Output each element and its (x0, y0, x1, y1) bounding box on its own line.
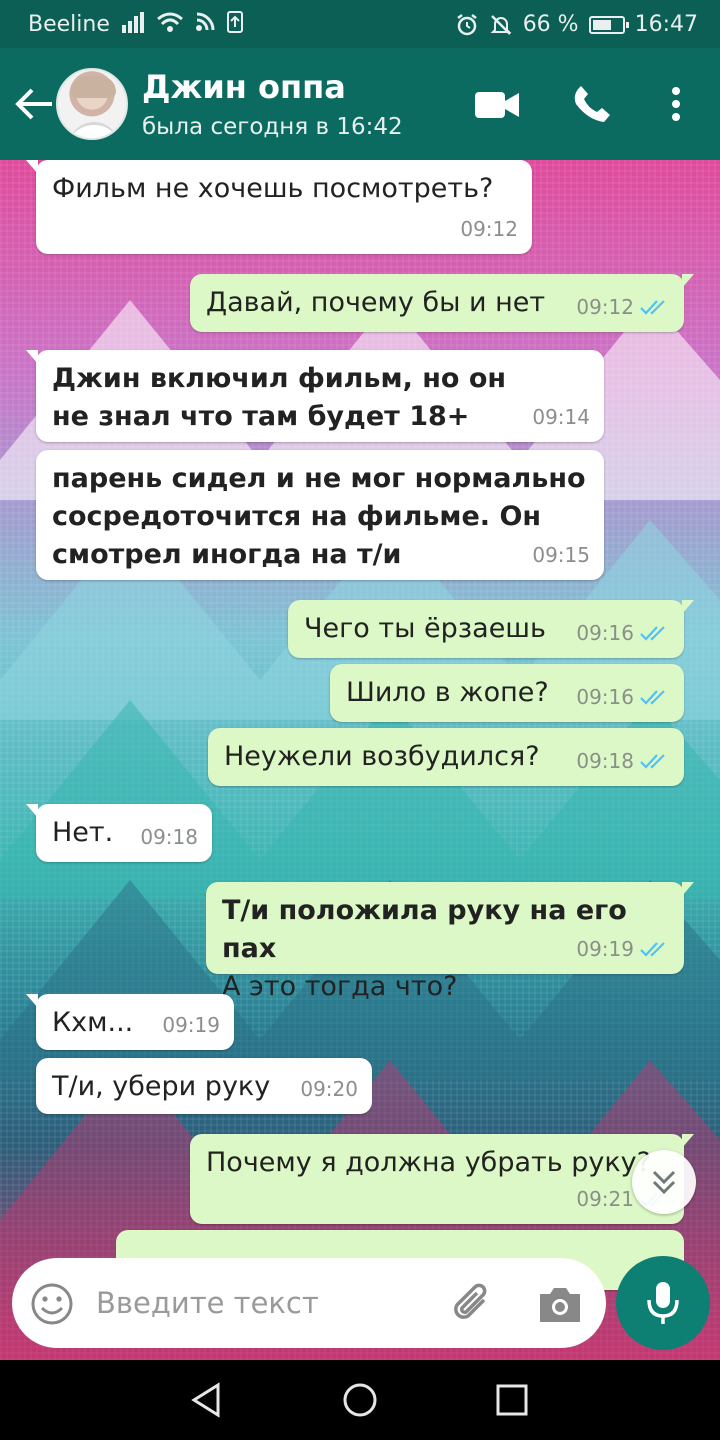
message-incoming[interactable]: Т/и, убери руку 09:20 (36, 1058, 372, 1114)
nav-back-icon[interactable] (188, 1382, 224, 1418)
hotspot-icon (196, 12, 215, 31)
nav-home-icon[interactable] (340, 1380, 380, 1420)
paperclip-icon[interactable] (448, 1280, 496, 1328)
sim-upload-icon (227, 11, 243, 33)
read-ticks-icon (640, 626, 665, 641)
message-time: 09:18 (140, 825, 198, 849)
chevron-double-down-icon (652, 1170, 676, 1195)
message-text: А это тогда что? (222, 971, 458, 1002)
clock: 16:47 (634, 12, 698, 37)
nav-recents-icon[interactable] (494, 1382, 530, 1418)
message-text: Джин включил фильм, но он не знал что та… (52, 363, 507, 432)
message-outgoing[interactable]: Давай, почему бы и нет 09:12 (190, 274, 694, 332)
system-navigation-bar (0, 1360, 720, 1440)
message-time: 09:12 (576, 295, 634, 319)
more-vertical-icon[interactable] (668, 86, 684, 122)
chat-header: Джин оппа была сегодня в 16:42 (0, 48, 720, 160)
message-time: 09:19 (576, 937, 634, 961)
message-time: 09:20 (300, 1077, 358, 1101)
message-text: парень сидел и не мог нормально сосредот… (52, 463, 586, 570)
message-time: 09:14 (532, 405, 590, 429)
message-input[interactable] (96, 1278, 426, 1328)
message-incoming[interactable]: Нет. 09:18 (26, 804, 212, 862)
message-incoming[interactable]: Джин включил фильм, но он не знал что та… (26, 350, 604, 442)
message-incoming[interactable]: Кхм... 09:19 (26, 994, 234, 1050)
alarm-icon (456, 13, 477, 35)
read-ticks-icon (640, 300, 665, 315)
contact-name[interactable]: Джин оппа (142, 68, 346, 106)
message-incoming[interactable]: Фильм не хочешь посмотреть? 09:12 (26, 160, 532, 254)
message-outgoing[interactable]: Неужели возбудился? 09:18 (208, 728, 684, 786)
message-incoming[interactable]: парень сидел и не мог нормально сосредот… (36, 450, 604, 580)
phone-icon[interactable] (572, 84, 612, 124)
voice-message-button[interactable] (616, 1256, 710, 1350)
scroll-to-bottom-button[interactable] (632, 1150, 696, 1214)
avatar[interactable] (56, 68, 128, 140)
message-time: 09:19 (162, 1013, 220, 1037)
camera-icon[interactable] (536, 1282, 584, 1326)
message-composer (12, 1258, 606, 1348)
mute-bell-icon (490, 14, 512, 35)
message-time: 09:16 (576, 621, 634, 645)
status-bar: Beeline 66 % 16:47 (0, 0, 720, 48)
message-outgoing[interactable]: Чего ты ёрзаешь 09:16 (288, 600, 694, 658)
message-text: Почему я должна убрать руку? (206, 1147, 651, 1178)
read-ticks-icon (640, 942, 665, 957)
emoji-icon[interactable] (30, 1282, 74, 1326)
back-arrow-icon[interactable] (14, 86, 54, 122)
microphone-icon (647, 1282, 679, 1324)
read-ticks-icon (640, 690, 665, 705)
battery-icon (588, 15, 629, 34)
message-time: 09:21 (576, 1187, 634, 1211)
message-time: 09:15 (532, 543, 590, 567)
message-outgoing[interactable]: Почему я должна убрать руку? 09:21 (190, 1134, 694, 1224)
battery-percent: 66 % (522, 12, 579, 37)
signal-icon (122, 12, 144, 33)
wifi-icon (157, 12, 183, 32)
read-ticks-icon (640, 754, 665, 769)
message-outgoing[interactable]: Шило в жопе? 09:16 (330, 664, 684, 722)
video-call-icon[interactable] (474, 90, 520, 120)
carrier-name: Beeline (28, 12, 110, 37)
battery-level (592, 19, 612, 30)
message-text: Фильм не хочешь посмотреть? (52, 173, 494, 204)
message-time: 09:16 (576, 685, 634, 709)
message-outgoing[interactable]: Т/и положила руку на его пах А это тогда… (206, 882, 694, 1002)
last-seen-status: была сегодня в 16:42 (142, 114, 403, 140)
message-time: 09:12 (460, 217, 518, 241)
chat-area[interactable]: Фильм не хочешь посмотреть? 09:12 Давай,… (0, 160, 720, 1360)
message-time: 09:18 (576, 749, 634, 773)
